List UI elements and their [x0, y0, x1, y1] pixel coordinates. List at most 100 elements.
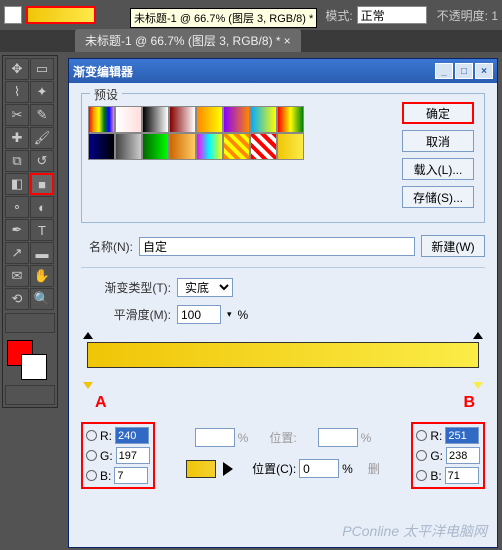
- preset-swatch[interactable]: [88, 133, 115, 160]
- dropdown-icon[interactable]: ▾: [227, 309, 232, 320]
- preset-swatch[interactable]: [250, 133, 277, 160]
- preset-swatch[interactable]: [196, 106, 223, 133]
- quickmask-toggle[interactable]: [5, 385, 55, 405]
- close-icon[interactable]: ×: [284, 34, 291, 48]
- dialog-titlebar[interactable]: 渐变编辑器 _ □ ×: [69, 59, 497, 83]
- notes-tool[interactable]: ✉: [5, 265, 29, 287]
- wand-tool[interactable]: ✦: [30, 81, 54, 103]
- preset-swatch[interactable]: [115, 133, 142, 160]
- radio-g[interactable]: [86, 450, 97, 461]
- background-color[interactable]: [21, 354, 47, 380]
- zoom-tool[interactable]: 🔍: [30, 288, 54, 310]
- preset-swatch[interactable]: [223, 106, 250, 133]
- name-row: 名称(N): 新建(W): [81, 235, 485, 257]
- preset-swatch[interactable]: [142, 133, 169, 160]
- smoothness-input[interactable]: [177, 305, 221, 324]
- opacity-stop-left[interactable]: [83, 332, 93, 342]
- gradient-preview[interactable]: [26, 6, 96, 24]
- mid-controls: % 位置: % 位置(C): % 删: [186, 422, 380, 489]
- maximize-button[interactable]: □: [455, 63, 473, 79]
- name-input[interactable]: [139, 237, 415, 256]
- dodge-tool[interactable]: ◐: [30, 196, 54, 218]
- pen-tool[interactable]: ✒: [5, 219, 29, 241]
- r-b-input[interactable]: [445, 427, 479, 444]
- new-button[interactable]: 新建(W): [421, 235, 485, 257]
- color-picker[interactable]: [5, 338, 55, 382]
- radio-b[interactable]: [86, 470, 97, 481]
- dialog-title: 渐变编辑器: [73, 63, 433, 80]
- lasso-tool[interactable]: ⌇: [5, 81, 29, 103]
- preset-swatch[interactable]: [169, 106, 196, 133]
- opacity-input: [195, 428, 235, 447]
- smoothness-row: 平滑度(M): ▾ %: [81, 305, 485, 324]
- preset-swatch[interactable]: [88, 106, 115, 133]
- ok-button[interactable]: 确定: [402, 102, 474, 124]
- type-tool[interactable]: T: [30, 219, 54, 241]
- preset-frame: 预设 确定 取消 载入: [81, 93, 485, 223]
- document-tab[interactable]: 未标题-1 @ 66.7% (图层 3, RGB/8) * ×: [75, 29, 301, 52]
- color-stop-right[interactable]: [473, 382, 483, 394]
- rgb-right-group: R: G: B:: [411, 422, 485, 489]
- save-button[interactable]: 存储(S)...: [402, 186, 474, 208]
- preset-swatch[interactable]: [169, 133, 196, 160]
- divider: [81, 267, 485, 268]
- minimize-button[interactable]: _: [435, 63, 453, 79]
- delete-label: 删: [368, 460, 380, 477]
- location-label: 位置:: [269, 429, 296, 446]
- eraser-tool[interactable]: ◧: [5, 173, 29, 195]
- play-icon[interactable]: [223, 462, 233, 476]
- mode-label: 模式:: [325, 7, 352, 24]
- preset-swatch[interactable]: [142, 106, 169, 133]
- radio-r2[interactable]: [416, 430, 427, 441]
- preset-swatch[interactable]: [115, 106, 142, 133]
- toolbox: ✥ ▭ ⌇ ✦ ✂ ✎ ✚ 🖌 ⧉ ↺ ◧ ■ ∘ ◐ ✒ T ↗ ▬ ✉ ✋ …: [2, 55, 58, 408]
- stamp-tool[interactable]: ⧉: [5, 150, 29, 172]
- dialog-body: 预设 确定 取消 载入: [69, 83, 497, 499]
- gradient-type-select[interactable]: 实底: [177, 278, 233, 297]
- b-a-input[interactable]: [114, 467, 148, 484]
- load-button[interactable]: 载入(L)...: [402, 158, 474, 180]
- gradient-bar[interactable]: [87, 342, 479, 368]
- mode-select[interactable]: [357, 6, 427, 24]
- radio-r[interactable]: [86, 430, 97, 441]
- brush-tool[interactable]: 🖌: [30, 127, 54, 149]
- r-a-input[interactable]: [115, 427, 149, 444]
- path-tool[interactable]: ↗: [5, 242, 29, 264]
- document-tooltip: 未标题-1 @ 66.7% (图层 3, RGB/8) *: [130, 8, 317, 28]
- shape-tool[interactable]: ▬: [30, 242, 54, 264]
- name-label: 名称(N):: [81, 238, 133, 255]
- preset-swatch[interactable]: [196, 133, 223, 160]
- close-button[interactable]: ×: [475, 63, 493, 79]
- preset-swatch[interactable]: [223, 133, 250, 160]
- radio-b2[interactable]: [416, 470, 427, 481]
- history-brush-tool[interactable]: ↺: [30, 150, 54, 172]
- opacity-stop-right[interactable]: [473, 332, 483, 342]
- color-stop-left[interactable]: [83, 382, 93, 394]
- g-b-input[interactable]: [446, 447, 480, 464]
- gradient-tool[interactable]: ■: [30, 173, 54, 195]
- crop-tool[interactable]: ✂: [5, 104, 29, 126]
- watermark: PConline 太平洋电脑网: [342, 521, 487, 541]
- rotate-tool[interactable]: ⟲: [5, 288, 29, 310]
- eyedropper-tool[interactable]: ✎: [30, 104, 54, 126]
- marker-a: A: [95, 394, 107, 412]
- cancel-button[interactable]: 取消: [402, 130, 474, 152]
- preset-swatch[interactable]: [277, 106, 304, 133]
- gradient-type-row: 渐变类型(T): 实底: [81, 278, 485, 297]
- heal-tool[interactable]: ✚: [5, 127, 29, 149]
- g-a-input[interactable]: [116, 447, 150, 464]
- smoothness-label: 平滑度(M):: [81, 306, 171, 323]
- move-tool[interactable]: ✥: [5, 58, 29, 80]
- b-b-input[interactable]: [445, 467, 479, 484]
- hand-tool[interactable]: ✋: [30, 265, 54, 287]
- preset-swatches: [88, 106, 308, 160]
- location2-input[interactable]: [299, 459, 339, 478]
- opacity-label: 不透明度: 1: [437, 7, 498, 24]
- gradient-editor-dialog: 渐变编辑器 _ □ × 预设: [68, 58, 498, 548]
- marquee-tool[interactable]: ▭: [30, 58, 54, 80]
- preset-swatch[interactable]: [277, 133, 304, 160]
- preset-swatch[interactable]: [250, 106, 277, 133]
- stop-color-swatch[interactable]: [186, 460, 216, 478]
- radio-g2[interactable]: [416, 450, 427, 461]
- blur-tool[interactable]: ∘: [5, 196, 29, 218]
